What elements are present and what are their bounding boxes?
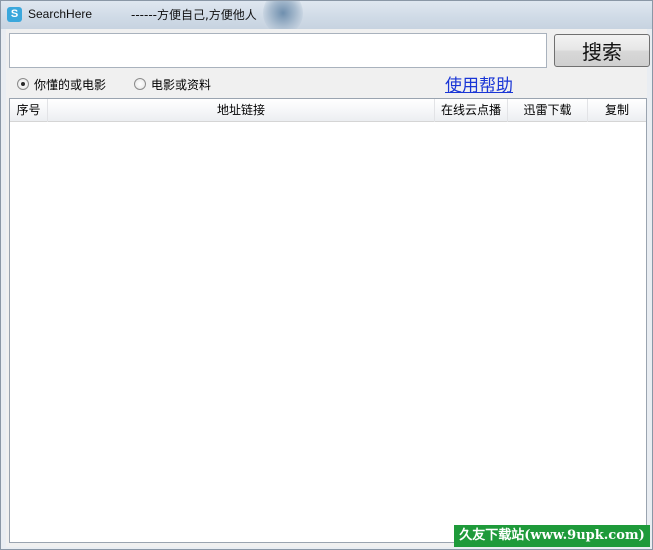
site-watermark: 久友下载站(www.9upk.com) — [454, 525, 650, 547]
search-button[interactable]: 搜索 — [554, 34, 650, 67]
help-link[interactable]: 使用帮助 — [445, 71, 513, 96]
search-input[interactable] — [9, 33, 547, 68]
column-header-thunder-download[interactable]: 迅雷下载 — [508, 99, 588, 122]
column-header-copy[interactable]: 复制 — [588, 99, 646, 122]
column-header-index[interactable]: 序号 — [10, 99, 48, 122]
list-header: 序号 地址链接 在线云点播 迅雷下载 复制 — [10, 99, 646, 122]
window-title: SearchHere — [28, 7, 93, 21]
titlebar-glow — [263, 1, 303, 29]
radio-label: 你懂的或电影 — [34, 77, 107, 92]
title-bar[interactable]: S SearchHere ------方便自己,方便他人 — [1, 1, 652, 29]
app-logo-icon: S — [7, 7, 22, 22]
radio-option-movies-resources[interactable]: 电影或资料 — [134, 75, 211, 93]
column-header-url[interactable]: 地址链接 — [48, 99, 435, 122]
app-window: S SearchHere ------方便自己,方便他人 搜索 你懂的或电影 电… — [0, 0, 653, 550]
client-area: 搜索 你懂的或电影 电影或资料 使用帮助 序号 地址链接 在线云点播 迅雷下载 … — [6, 29, 650, 547]
radio-option-movies-adult[interactable]: 你懂的或电影 — [17, 75, 106, 93]
results-list[interactable]: 序号 地址链接 在线云点播 迅雷下载 复制 — [9, 98, 647, 543]
list-body[interactable] — [10, 122, 646, 542]
radio-label: 电影或资料 — [151, 77, 212, 92]
radio-unselected-icon[interactable] — [134, 78, 146, 90]
radio-selected-icon[interactable] — [17, 78, 29, 90]
window-slogan: ------方便自己,方便他人 — [131, 8, 257, 22]
column-header-online-play[interactable]: 在线云点播 — [435, 99, 508, 122]
